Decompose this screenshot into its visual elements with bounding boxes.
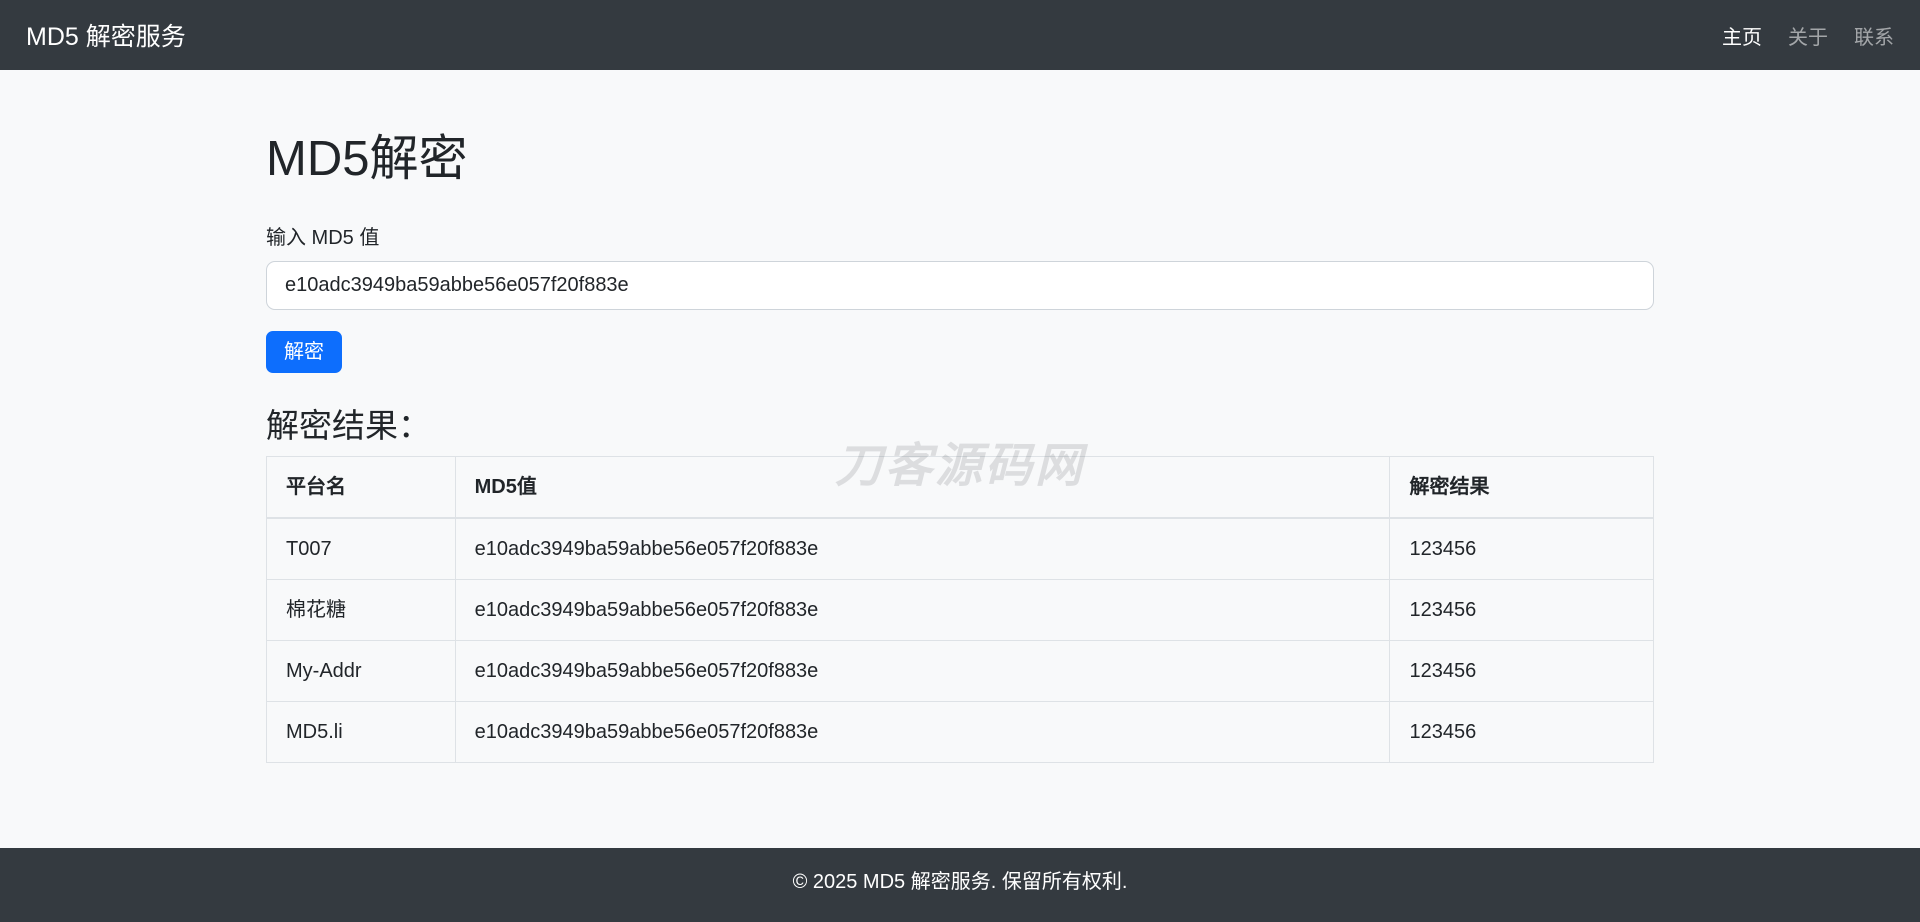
cell-result: 123456 (1390, 641, 1654, 702)
cell-md5: e10adc3949ba59abbe56e057f20f883e (455, 518, 1390, 580)
cell-md5: e10adc3949ba59abbe56e057f20f883e (455, 641, 1390, 702)
md5-input[interactable] (266, 261, 1654, 310)
header-platform: 平台名 (267, 457, 456, 519)
navbar-brand[interactable]: MD5 解密服务 (26, 17, 186, 53)
results-heading: 解密结果： (266, 406, 1654, 446)
cell-platform: 棉花糖 (267, 580, 456, 641)
nav-link-home[interactable]: 主页 (1722, 21, 1762, 50)
table-row: T007 e10adc3949ba59abbe56e057f20f883e 12… (267, 518, 1654, 580)
decrypt-button[interactable]: 解密 (266, 331, 342, 373)
cell-platform: My-Addr (267, 641, 456, 702)
results-table: 平台名 MD5值 解密结果 T007 e10adc3949ba59abbe56e… (266, 456, 1654, 763)
table-row: My-Addr e10adc3949ba59abbe56e057f20f883e… (267, 641, 1654, 702)
table-row: 棉花糖 e10adc3949ba59abbe56e057f20f883e 123… (267, 580, 1654, 641)
top-navbar: MD5 解密服务 主页 关于 联系 (0, 0, 1920, 70)
cell-result: 123456 (1390, 580, 1654, 641)
nav-link-about[interactable]: 关于 (1788, 21, 1828, 50)
cell-result: 123456 (1390, 518, 1654, 580)
md5-input-label: 输入 MD5 值 (266, 223, 1654, 253)
table-header-row: 平台名 MD5值 解密结果 (267, 457, 1654, 519)
main-area: MD5解密 输入 MD5 值 解密 解密结果： 平台名 MD5值 解密结果 T0… (0, 70, 1920, 848)
cell-result: 123456 (1390, 702, 1654, 763)
page-title: MD5解密 (266, 133, 1654, 187)
header-result: 解密结果 (1390, 457, 1654, 519)
nav-link-contact[interactable]: 联系 (1854, 21, 1894, 50)
cell-md5: e10adc3949ba59abbe56e057f20f883e (455, 702, 1390, 763)
navbar-links: 主页 关于 联系 (1696, 21, 1894, 50)
cell-md5: e10adc3949ba59abbe56e057f20f883e (455, 580, 1390, 641)
content-container: MD5解密 输入 MD5 值 解密 解密结果： 平台名 MD5值 解密结果 T0… (266, 70, 1654, 763)
table-row: MD5.li e10adc3949ba59abbe56e057f20f883e … (267, 702, 1654, 763)
page-footer: © 2025 MD5 解密服务. 保留所有权利. (0, 848, 1920, 922)
cell-platform: MD5.li (267, 702, 456, 763)
header-md5: MD5值 (455, 457, 1390, 519)
cell-platform: T007 (267, 518, 456, 580)
footer-copyright: © 2025 MD5 解密服务. 保留所有权利. (793, 871, 1128, 893)
